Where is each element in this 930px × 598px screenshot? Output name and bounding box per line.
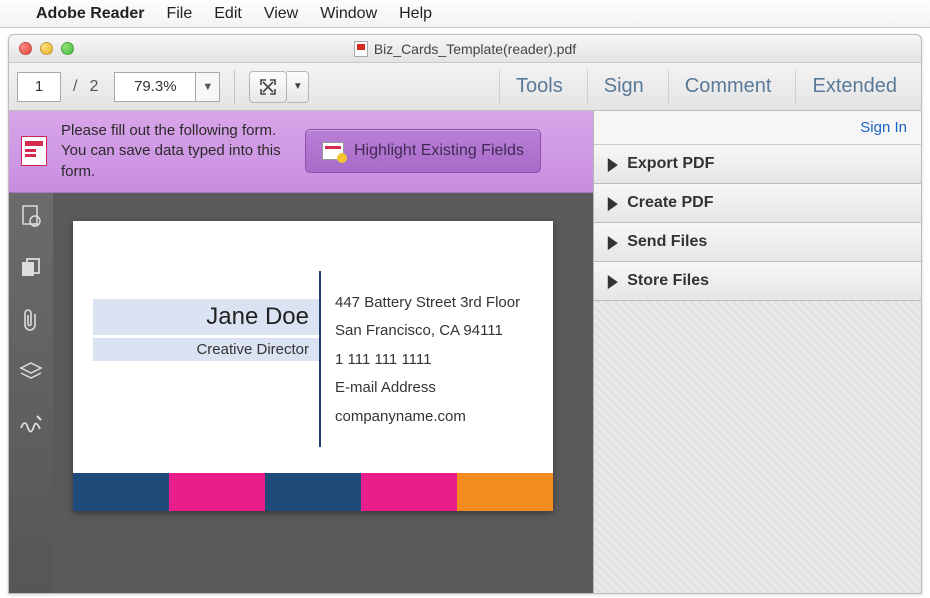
toolbar: 1 / 2 79.3% ▼ ▼ Tools Sign Comment Exten… [9, 63, 921, 111]
disclosure-triangle-icon: ▶ [608, 232, 617, 252]
copies-icon[interactable] [18, 255, 44, 281]
card-website-field[interactable]: companyname.com [335, 403, 520, 432]
body: Please fill out the following form. You … [9, 111, 921, 593]
tab-comment[interactable]: Comment [668, 69, 788, 104]
expand-arrows-icon [259, 78, 277, 96]
right-panel: Sign In ▶ Export PDF ▶ Create PDF ▶ Send… [593, 111, 921, 593]
accordion-send-files[interactable]: ▶ Send Files [594, 223, 921, 262]
disclosure-triangle-icon: ▶ [608, 154, 617, 174]
pdf-file-icon [354, 41, 368, 57]
card-email-field[interactable]: E-mail Address [335, 374, 520, 403]
mac-menubar: Adobe Reader File Edit View Window Help [0, 0, 930, 28]
accordion-export-pdf[interactable]: ▶ Export PDF [594, 145, 921, 184]
page-thumbnails-icon[interactable] [18, 203, 44, 229]
form-banner-message: Please fill out the following form. You … [61, 121, 291, 182]
document-scroll[interactable]: Jane Doe Creative Director 447 Battery S… [53, 193, 593, 593]
left-column: Please fill out the following form. You … [9, 111, 593, 593]
disclosure-triangle-icon: ▶ [608, 193, 617, 213]
page-number-input[interactable]: 1 [17, 72, 61, 102]
accordion-label: Create PDF [627, 194, 713, 212]
zoom-level-input[interactable]: 79.3% [114, 72, 196, 102]
tab-tools[interactable]: Tools [499, 69, 579, 104]
document-title-text: Biz_Cards_Template(reader).pdf [374, 41, 576, 57]
card-name-field[interactable]: Jane Doe [93, 299, 319, 335]
app-name[interactable]: Adobe Reader [36, 5, 144, 23]
accordion-label: Export PDF [627, 155, 714, 173]
card-divider [319, 271, 321, 447]
fit-screen-button[interactable] [249, 71, 287, 103]
layers-icon[interactable] [18, 359, 44, 385]
toolbar-divider [234, 70, 235, 104]
highlight-fields-button[interactable]: Highlight Existing Fields [305, 129, 541, 173]
tab-sign[interactable]: Sign [587, 69, 660, 104]
sign-in-link[interactable]: Sign In [594, 111, 921, 145]
minimize-window-button[interactable] [40, 42, 53, 55]
menu-file[interactable]: File [166, 5, 192, 23]
menu-help[interactable]: Help [399, 5, 432, 23]
document-title: Biz_Cards_Template(reader).pdf [9, 41, 921, 57]
attachments-icon[interactable] [18, 307, 44, 333]
page-separator: / [69, 78, 81, 96]
highlight-fields-icon [322, 142, 344, 160]
disclosure-triangle-icon: ▶ [608, 271, 617, 291]
menu-view[interactable]: View [264, 5, 298, 23]
tab-extended[interactable]: Extended [795, 69, 913, 104]
close-window-button[interactable] [19, 42, 32, 55]
signature-icon[interactable] [18, 411, 44, 437]
card-address2-field[interactable]: San Francisco, CA 94111 [335, 317, 520, 346]
card-phone-field[interactable]: 1 111 111 1111 [335, 346, 520, 375]
zoom-dropdown-button[interactable]: ▼ [196, 72, 220, 102]
card-color-stripes [73, 473, 553, 511]
accordion-label: Store Files [627, 272, 709, 290]
form-document-icon [21, 136, 47, 166]
business-card: Jane Doe Creative Director 447 Battery S… [73, 221, 553, 511]
form-banner: Please fill out the following form. You … [9, 111, 593, 193]
nav-strip [9, 193, 53, 593]
menu-edit[interactable]: Edit [214, 5, 242, 23]
app-window: Biz_Cards_Template(reader).pdf 1 / 2 79.… [8, 34, 922, 594]
menu-window[interactable]: Window [320, 5, 377, 23]
document-area: Jane Doe Creative Director 447 Battery S… [9, 193, 593, 593]
zoom-window-button[interactable] [61, 42, 74, 55]
right-panel-empty [594, 301, 921, 593]
page-total: 2 [89, 78, 106, 96]
accordion-store-files[interactable]: ▶ Store Files [594, 262, 921, 301]
accordion-create-pdf[interactable]: ▶ Create PDF [594, 184, 921, 223]
fit-screen-dropdown[interactable]: ▼ [287, 71, 309, 103]
highlight-fields-label: Highlight Existing Fields [354, 142, 524, 160]
accordion-label: Send Files [627, 233, 707, 251]
card-role-field[interactable]: Creative Director [93, 338, 319, 361]
titlebar: Biz_Cards_Template(reader).pdf [9, 35, 921, 63]
window-controls [19, 42, 74, 55]
card-address1-field[interactable]: 447 Battery Street 3rd Floor [335, 289, 520, 318]
